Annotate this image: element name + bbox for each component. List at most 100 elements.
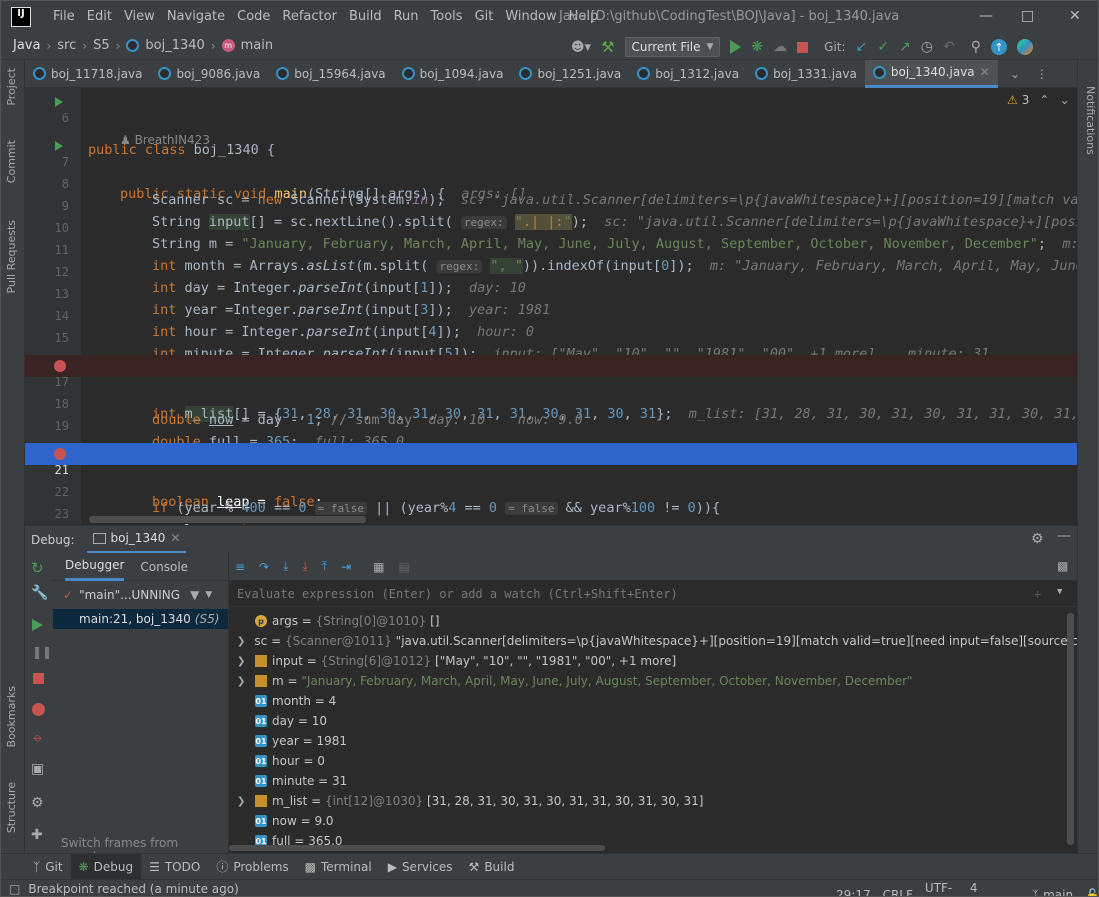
variable-row[interactable]: p args = {String[0]@1010} [] bbox=[229, 611, 1077, 631]
line-separator[interactable]: CRLF bbox=[883, 888, 913, 896]
build-tool-button[interactable]: ⚒ Build bbox=[461, 854, 523, 880]
close-session-icon[interactable]: ✕ bbox=[170, 531, 180, 545]
force-step-into-icon[interactable]: ⤓ bbox=[302, 559, 307, 574]
debug-bug-icon[interactable]: ❋ bbox=[751, 39, 763, 55]
evaluate-input[interactable]: Evaluate expression (Enter) or add a wat… bbox=[229, 581, 1077, 607]
run-icon[interactable] bbox=[730, 40, 742, 54]
crumb-project[interactable]: Java bbox=[13, 38, 40, 53]
variable-row[interactable]: 01 day = 10 bbox=[229, 711, 1077, 731]
crumb-src[interactable]: src bbox=[57, 38, 76, 53]
close-button[interactable]: ✕ bbox=[1069, 8, 1081, 24]
pause-icon[interactable]: ❚❚ bbox=[32, 645, 52, 659]
tab-boj-1340[interactable]: boj_1340.java ✕ bbox=[864, 59, 998, 88]
run-gutter-icon[interactable] bbox=[55, 141, 63, 151]
chevron-down-icon[interactable]: ▼ bbox=[205, 590, 212, 600]
run-to-cursor-icon[interactable]: ⇥ bbox=[341, 560, 351, 574]
tab-boj-1094[interactable]: boj_1094.java bbox=[394, 60, 512, 88]
breakpoint-icon[interactable] bbox=[54, 360, 66, 372]
expand-arrow-icon[interactable]: ❯ bbox=[237, 656, 251, 667]
menu-git[interactable]: Git bbox=[469, 9, 500, 24]
menu-refactor[interactable]: Refactor bbox=[276, 9, 343, 24]
hide-panel-icon[interactable]: — bbox=[1057, 528, 1071, 544]
expand-arrow-icon[interactable]: ❯ bbox=[237, 636, 245, 647]
structure-tool-button[interactable]: Structure bbox=[5, 782, 18, 833]
stop-icon[interactable] bbox=[797, 41, 809, 53]
pull-requests-tool-button[interactable]: Pull Requests bbox=[5, 220, 18, 293]
tab-boj-1312[interactable]: boj_1312.java bbox=[629, 60, 747, 88]
resume-icon[interactable] bbox=[32, 619, 43, 631]
menu-window[interactable]: Window bbox=[499, 9, 562, 24]
chevron-down-icon[interactable]: ▼ bbox=[1057, 587, 1062, 597]
menu-code[interactable]: Code bbox=[231, 9, 276, 24]
mute-breakpoints-icon[interactable]: ⦵ bbox=[32, 729, 44, 745]
view-breakpoints-icon[interactable] bbox=[32, 703, 45, 716]
crumb-package[interactable]: S5 bbox=[93, 38, 110, 53]
variable-row[interactable]: ❯ input = {String[6]@1012} ["May", "10", … bbox=[229, 651, 1077, 671]
camera-icon[interactable]: ▣ bbox=[31, 761, 44, 777]
problems-tool-button[interactable]: ⓘ Problems bbox=[208, 854, 296, 880]
history-icon[interactable]: ◷ bbox=[921, 39, 933, 55]
evaluate-expression-icon[interactable]: ▦ bbox=[373, 560, 384, 574]
caret-position[interactable]: 29:17 bbox=[836, 888, 871, 896]
tab-boj-1251[interactable]: boj_1251.java bbox=[511, 60, 629, 88]
filter-icon[interactable]: ▼ bbox=[190, 588, 199, 602]
rerun-icon[interactable]: ↻ bbox=[31, 559, 44, 577]
code-editor[interactable]: ⚠ 3 ⌃ ⌄ 6 public class boj_1340 { ♟ Brea… bbox=[25, 88, 1077, 525]
tab-boj-11718[interactable]: boj_11718.java bbox=[25, 60, 150, 88]
git-push-icon[interactable]: ↗ bbox=[899, 39, 911, 55]
settings-gear-icon[interactable]: ⚙ bbox=[1031, 531, 1044, 547]
add-watch-icon[interactable]: + bbox=[1034, 587, 1041, 601]
debug-tool-button[interactable]: ❋ Debug bbox=[70, 853, 142, 880]
lock-icon[interactable]: 🔓 bbox=[1085, 888, 1098, 896]
run-config-select[interactable]: Current File ▼ bbox=[624, 37, 721, 57]
terminal-tool-button[interactable]: ▩ Terminal bbox=[297, 854, 380, 880]
variable-row[interactable]: 01 now = 9.0 bbox=[229, 811, 1077, 831]
stop-icon[interactable] bbox=[33, 673, 44, 684]
menu-navigate[interactable]: Navigate bbox=[161, 9, 231, 24]
search-icon[interactable]: ⚲ bbox=[971, 39, 981, 55]
variable-row[interactable]: ❯ sc = {Scanner@1011} "java.util.Scanner[… bbox=[229, 631, 1077, 651]
git-tool-button[interactable]: ᛉ Git bbox=[25, 854, 71, 880]
menu-file[interactable]: File bbox=[47, 9, 81, 24]
step-into-icon[interactable]: ⤓ bbox=[283, 559, 288, 574]
breakpoint-icon[interactable] bbox=[54, 448, 66, 460]
services-tool-button[interactable]: ▶ Services bbox=[380, 854, 461, 880]
step-over-icon[interactable]: ↷ bbox=[259, 560, 269, 574]
more-options-icon[interactable]: ⋮ bbox=[1036, 67, 1048, 81]
todo-tool-button[interactable]: ☰ TODO bbox=[141, 854, 208, 880]
crumb-method[interactable]: main bbox=[241, 38, 273, 53]
thread-selector[interactable]: ✓ "main"...UNNING ▼ ▼ bbox=[53, 581, 228, 609]
minimize-button[interactable]: — bbox=[979, 8, 993, 24]
bookmarks-tool-button[interactable]: Bookmarks bbox=[5, 686, 18, 747]
tab-debugger[interactable]: Debugger bbox=[65, 552, 125, 581]
notifications-tool-button[interactable]: Notifications bbox=[1084, 86, 1097, 155]
show-execution-point-icon[interactable]: ≡ bbox=[235, 560, 245, 574]
crumb-class[interactable]: boj_1340 bbox=[145, 38, 204, 53]
close-tab-icon[interactable]: ✕ bbox=[980, 65, 990, 79]
toolbox-icon[interactable] bbox=[1016, 39, 1033, 55]
variable-row[interactable]: 01 year = 1981 bbox=[229, 731, 1077, 751]
tab-list-chevron-icon[interactable]: ⌄ bbox=[1010, 67, 1020, 81]
update-icon[interactable]: ↑ bbox=[990, 39, 1007, 55]
variable-row[interactable]: ❯ m = "January, February, March, April, M… bbox=[229, 671, 1077, 691]
run-gutter-icon[interactable] bbox=[55, 97, 63, 107]
indent-setting[interactable]: 4 spaces bbox=[970, 881, 1020, 896]
commit-tool-button[interactable]: Commit bbox=[5, 140, 18, 183]
menu-build[interactable]: Build bbox=[343, 9, 388, 24]
expand-arrow-icon[interactable]: ❯ bbox=[237, 796, 251, 807]
variable-row[interactable]: 01 minute = 31 bbox=[229, 771, 1077, 791]
menu-view[interactable]: View bbox=[118, 9, 161, 24]
horizontal-scrollbar[interactable] bbox=[89, 516, 366, 523]
debug-session-tab[interactable]: boj_1340 ✕ bbox=[86, 526, 187, 554]
tab-console[interactable]: Console bbox=[140, 560, 188, 574]
vertical-scrollbar[interactable] bbox=[1067, 613, 1074, 845]
frame-item[interactable]: main:21, boj_1340 (S5) bbox=[53, 609, 228, 629]
horizontal-scrollbar[interactable] bbox=[229, 845, 605, 851]
menu-edit[interactable]: Edit bbox=[81, 9, 118, 24]
git-update-icon[interactable]: ↙ bbox=[856, 39, 868, 55]
project-tool-button[interactable]: Project bbox=[5, 68, 18, 106]
tab-boj-15964[interactable]: boj_15964.java bbox=[268, 60, 393, 88]
settings-gear-icon[interactable]: ⚙ bbox=[31, 795, 44, 811]
layout-icon[interactable]: ▩ bbox=[1057, 559, 1068, 573]
maximize-button[interactable]: □ bbox=[1021, 8, 1034, 24]
